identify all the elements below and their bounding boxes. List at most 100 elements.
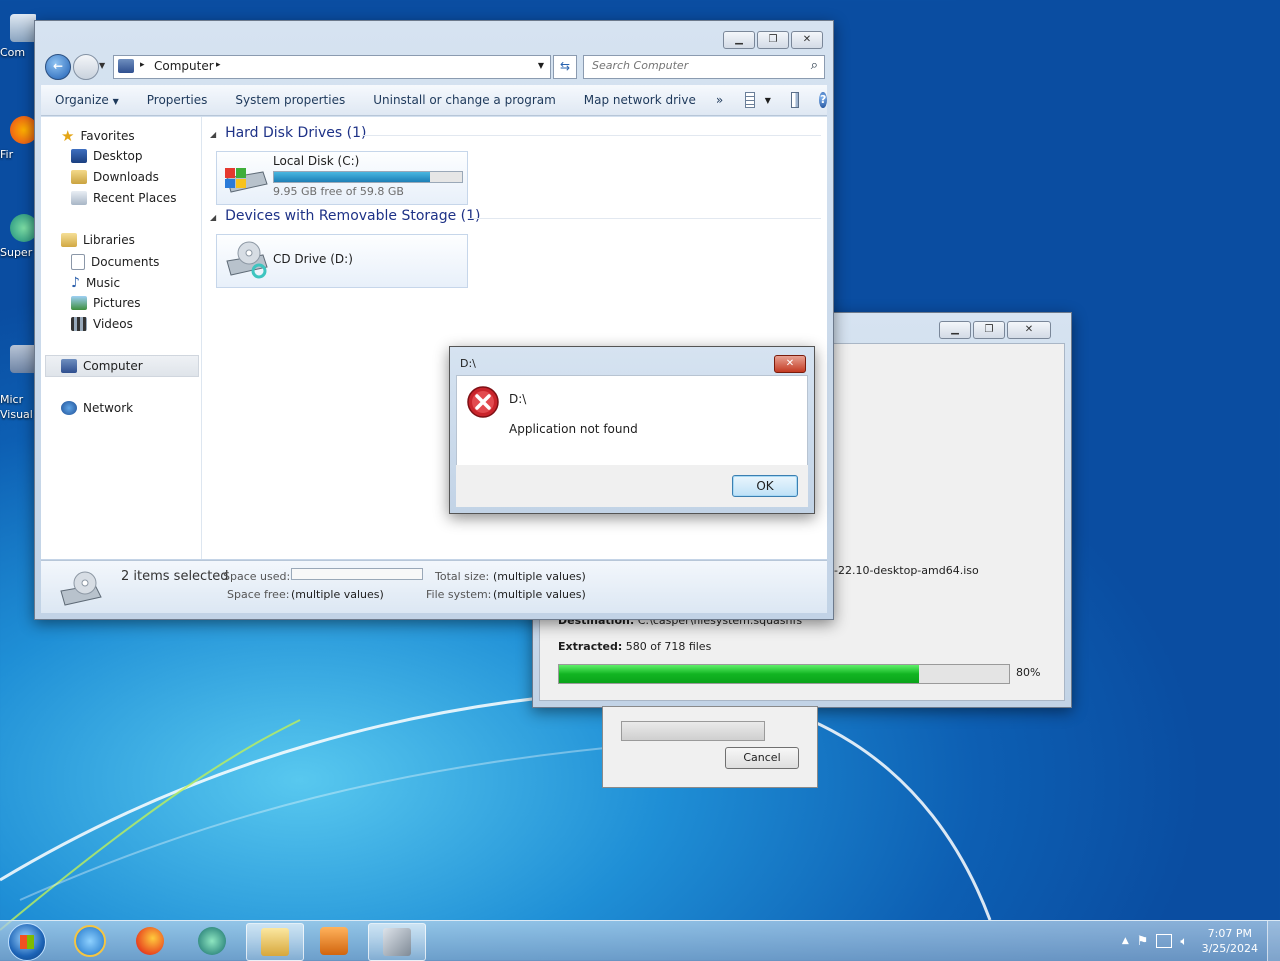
nav-label: Downloads [93,170,159,184]
file-system-label: File system: [426,588,492,601]
change-view-icon[interactable] [745,92,755,108]
nav-label: Desktop [93,149,143,163]
preview-pane-icon[interactable] [790,92,800,108]
nav-libraries[interactable]: Libraries [61,233,135,247]
system-properties-button[interactable]: System properties [221,93,359,107]
nav-downloads[interactable]: Downloads [71,170,159,184]
taskbar-firefox[interactable] [122,923,178,959]
ok-button[interactable]: OK [732,475,798,497]
explorer-caption-buttons: ▁ ❐ ✕ [723,31,823,49]
drive-usage-fill [274,172,431,182]
properties-button[interactable]: Properties [133,93,222,107]
group-hard-disk-drives[interactable]: ◢ Hard Disk Drives (1) [210,125,366,141]
breadcrumb-separator[interactable]: ▸ [140,60,145,70]
minimize-button[interactable]: ▁ [723,31,755,49]
address-dropdown-icon[interactable]: ▼ [538,61,544,70]
group-removable-storage[interactable]: ◢ Devices with Removable Storage (1) [210,208,481,224]
show-desktop-button[interactable] [1267,921,1280,961]
search-box[interactable]: ⌕ [583,55,825,79]
maximize-button[interactable]: ❐ [757,31,789,49]
breadcrumb-computer[interactable]: Computer [154,59,214,73]
collapse-icon: ◢ [210,213,217,222]
map-network-drive-button[interactable]: Map network drive [570,93,710,107]
taskbar-internet-explorer[interactable] [62,923,118,959]
extract-subpanel: Cancel [602,706,818,788]
show-hidden-icons-icon[interactable]: ▲ [1122,936,1129,946]
nav-label: Network [83,401,134,415]
videos-icon [71,317,87,331]
search-input[interactable] [590,58,794,73]
organize-label: Organize [55,93,109,107]
taskbar-extractor[interactable] [368,923,426,961]
extracted-value: 580 of 718 files [625,640,712,653]
action-center-flag-icon[interactable]: ⚑ [1137,934,1149,949]
system-tray: ▲ ⚑ 🔈︎ 7:07 PM 3/25/2024 [1122,921,1258,961]
nav-favorites[interactable]: ★ Favorites [61,127,135,145]
minimize-button[interactable]: ▁ [939,321,971,339]
dialog-message: Application not found [509,422,638,436]
navigation-pane: ★ Favorites Desktop Downloads Recent Plac… [41,117,202,559]
close-button[interactable]: ✕ [1007,321,1051,339]
taskbar-explorer[interactable] [246,923,304,961]
desktop-icon-firefox[interactable]: Fir [0,116,36,161]
close-button[interactable]: ✕ [791,31,823,49]
dialog-body: D:\ Application not found [456,375,808,466]
secondary-progress-bar [621,721,765,741]
desktop-icon-visual[interactable]: Micr Visual [0,330,36,422]
forward-button[interactable] [73,54,99,80]
taskbar-media-player[interactable] [306,923,362,959]
app-icon [198,927,226,955]
extracted-line: Extracted: 580 of 718 files [558,640,711,653]
clock[interactable]: 7:07 PM 3/25/2024 [1202,926,1258,956]
nav-label: Videos [93,317,133,331]
nav-videos[interactable]: Videos [71,317,133,331]
command-bar: Organize ▼ Properties System properties … [41,85,828,116]
more-commands-button[interactable]: » [710,93,729,107]
refresh-button[interactable]: ⇆ [553,55,577,79]
media-player-icon [320,927,348,955]
nav-documents[interactable]: Documents [71,254,159,270]
view-options-chevron-icon[interactable]: ▼ [765,96,771,105]
breadcrumb-separator[interactable]: ▸ [216,60,221,70]
help-icon[interactable]: ? [819,92,828,108]
computer-icon [10,14,36,42]
chevron-down-icon: ▼ [112,97,119,106]
group-label: Hard Disk Drives (1) [225,125,367,141]
back-button[interactable]: ← [45,54,71,80]
address-bar[interactable]: ▸ Computer ▸ ▼ [113,55,551,79]
taskbar-app[interactable] [184,923,240,959]
search-icon: ⌕ [810,58,818,73]
cd-drive-icon [226,241,268,279]
total-size-label: Total size: [435,570,490,583]
nav-music[interactable]: ♪ Music [71,275,120,291]
nav-desktop[interactable]: Desktop [71,149,143,163]
maximize-button[interactable]: ❐ [973,321,1005,339]
drive-free-space: 9.95 GB free of 59.8 GB [273,185,404,198]
desktop-icon [71,149,87,163]
cancel-button[interactable]: Cancel [725,747,799,769]
nav-label: Computer [83,359,143,373]
dialog-close-button[interactable]: ✕ [774,355,806,373]
nav-pictures[interactable]: Pictures [71,296,141,310]
recent-pages-chevron-icon[interactable]: ▼ [99,61,105,70]
nav-computer[interactable]: Computer [61,359,143,373]
organize-menu[interactable]: Organize ▼ [41,93,133,107]
volume-muted-icon[interactable]: 🔈︎ [1180,934,1187,949]
desktop-icon-super[interactable]: Super [0,214,36,259]
shortcut-icon [10,345,36,373]
computer-icon [118,59,134,73]
iso-name: -22.10-desktop-amd64.iso [834,564,979,577]
drive-tile-d[interactable]: CD Drive (D:) [216,234,468,288]
clock-date: 3/25/2024 [1201,942,1258,955]
nav-label: Music [85,276,121,290]
nav-network[interactable]: Network [61,401,133,415]
network-status-icon[interactable] [1156,934,1173,948]
nav-recent-places[interactable]: Recent Places [71,191,176,205]
firefox-icon [136,927,164,955]
group-label: Devices with Removable Storage (1) [225,208,481,224]
start-button[interactable] [8,923,46,961]
firefox-icon [10,116,36,144]
drive-tile-c[interactable]: Local Disk (C:) 9.95 GB free of 59.8 GB [216,151,468,205]
uninstall-program-button[interactable]: Uninstall or change a program [359,93,570,107]
desktop-icon-computer[interactable]: Com [0,14,36,59]
